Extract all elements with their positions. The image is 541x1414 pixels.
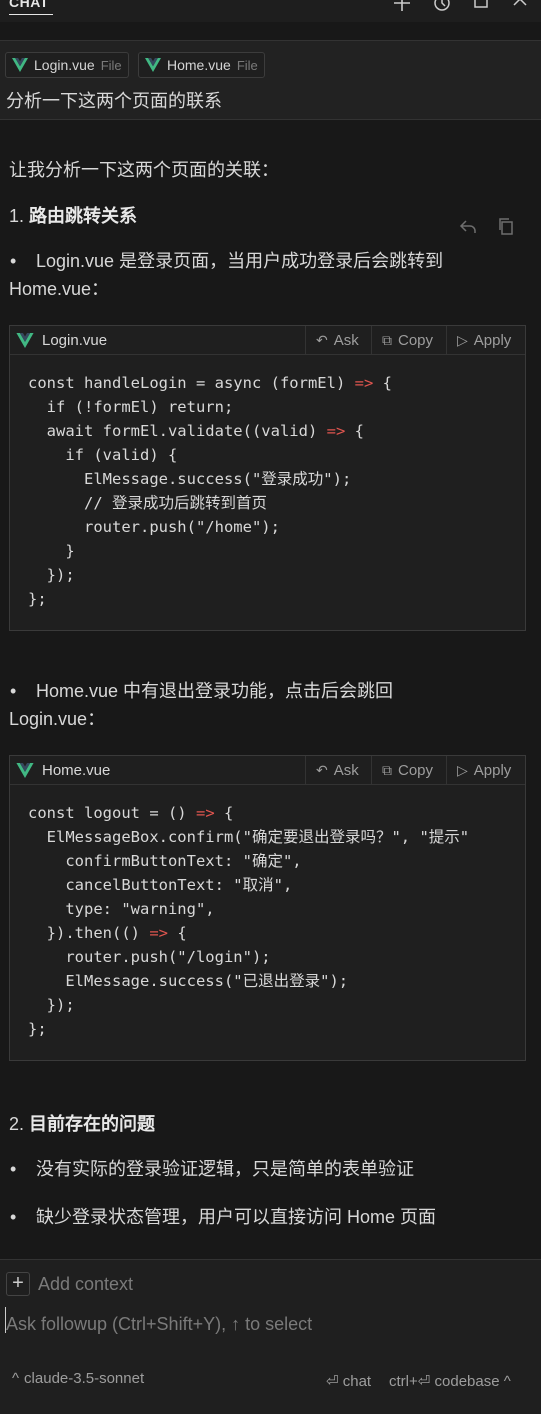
chip-file-name: Login.vue [34, 57, 95, 73]
play-icon: ▷ [457, 761, 468, 778]
response-intro: 让我分析一下这两个页面的关联： [9, 160, 279, 180]
apply-label: Apply [473, 761, 512, 779]
chat-submit-button[interactable]: ⏎ chat [326, 1372, 371, 1390]
input-footer: ^ claude-3.5-sonnet ⏎ chat ctrl+⏎ codebas… [0, 1370, 541, 1394]
active-tab-indicator [9, 14, 53, 15]
ask-label: Ask [333, 331, 359, 349]
bullet-dot: • [10, 681, 17, 701]
list-item-text-cont: Login.vue： [9, 709, 106, 729]
list-item: • 缺少登录状态管理，用户可以直接访问 Home 页面 [9, 1203, 436, 1231]
chat-header: CHAT [0, 0, 541, 22]
list-item-text: 缺少登录状态管理，用户可以直接访问 Home 页面 [36, 1207, 437, 1227]
section-number: 1. [9, 206, 25, 226]
close-icon[interactable] [510, 0, 530, 13]
chip-file-kind: File [100, 57, 122, 73]
bullet-dot: • [10, 1159, 17, 1179]
apply-button[interactable]: ▷ Apply [446, 756, 511, 784]
ask-button[interactable]: ↶ Ask [305, 326, 359, 354]
enter-icon: ⏎ [417, 1373, 431, 1390]
codebase-shortcut: ctrl+ [389, 1373, 418, 1390]
history-icon[interactable] [432, 0, 452, 13]
section-title: 目前存在的问题 [29, 1114, 156, 1134]
vue-file-icon [12, 58, 28, 72]
section-title: 路由跳转关系 [29, 206, 138, 226]
apply-label: Apply [473, 331, 512, 349]
user-message-text: 分析一下这两个页面的联系 [6, 91, 222, 111]
add-context-button[interactable]: + [6, 1272, 30, 1296]
enter-icon: ⏎ [326, 1373, 339, 1390]
list-item: • Login.vue 是登录页面，当用户成功登录后会跳转到 Home.vue： [9, 247, 443, 303]
copy-icon: ⧉ [382, 761, 392, 778]
codebase-label: codebase [434, 1373, 500, 1390]
code-block-header: Login.vue ↶ Ask ⧉ Copy ▷ Apply [10, 326, 525, 355]
vue-file-icon [145, 58, 161, 72]
vue-file-icon [16, 332, 34, 348]
reply-icon[interactable] [458, 216, 478, 241]
followup-input[interactable] [6, 1310, 526, 1338]
chat-tab-title[interactable]: CHAT [9, 0, 49, 10]
vue-file-icon [16, 762, 34, 778]
copy-button[interactable]: ⧉ Copy [371, 326, 433, 354]
list-item-text: Login.vue 是登录页面，当用户成功登录后会跳转到 [36, 251, 444, 271]
code-block-header: Home.vue ↶ Ask ⧉ Copy ▷ Apply [10, 756, 525, 785]
code-file-name[interactable]: Login.vue [42, 332, 107, 349]
copy-label: Copy [398, 331, 434, 349]
section-heading-1: 1. 路由跳转关系 [9, 202, 137, 228]
list-item-text-cont: Home.vue： [9, 279, 110, 299]
chip-file-name: Home.vue [167, 57, 231, 73]
plus-icon[interactable] [392, 0, 412, 13]
context-chip-home[interactable]: Home.vue File [138, 52, 265, 78]
copy-label: Copy [398, 761, 434, 779]
codebase-submit-button[interactable]: ctrl+⏎ codebase ^ [389, 1372, 511, 1390]
copy-message-icon[interactable] [496, 216, 516, 241]
chevron-up-icon: ^ [503, 1373, 511, 1390]
ask-icon: ↶ [316, 761, 328, 778]
code-file-name[interactable]: Home.vue [42, 762, 110, 779]
bullet-dot: • [10, 251, 17, 271]
section-heading-2: 2. 目前存在的问题 [9, 1110, 155, 1136]
model-selector[interactable]: ^ claude-3.5-sonnet [12, 1370, 144, 1387]
code-content[interactable]: const handleLogin = async (formEl) => { … [10, 355, 525, 611]
play-icon: ▷ [457, 331, 468, 348]
model-name: claude-3.5-sonnet [24, 1370, 145, 1387]
chevron-up-icon: ^ [12, 1370, 20, 1387]
chat-input-area: + Add context ^claude-3.5-sonnet ⏎ chat … [0, 1259, 541, 1414]
list-item-text: Home.vue 中有退出登录功能，点击后会跳回 [36, 681, 394, 701]
add-context-label[interactable]: Add context [38, 1274, 133, 1295]
ask-icon: ↶ [316, 331, 328, 348]
copy-icon: ⧉ [382, 331, 392, 348]
message-actions [458, 216, 518, 240]
code-block-home: Home.vue ↶ Ask ⧉ Copy ▷ Apply const logout … [9, 755, 526, 1061]
user-message[interactable]: Login.vue File Home.vue File 分析一下这两个页面的联… [0, 40, 541, 120]
apply-button[interactable]: ▷ Apply [446, 326, 511, 354]
maximize-icon[interactable] [471, 0, 491, 13]
ask-button[interactable]: ↶ Ask [305, 756, 359, 784]
context-chip-login[interactable]: Login.vue File [5, 52, 129, 78]
list-item: • Home.vue 中有退出登录功能，点击后会跳回 Login.vue： [9, 677, 393, 733]
ask-label: Ask [333, 761, 359, 779]
list-item-text: 没有实际的登录验证逻辑，只是简单的表单验证 [36, 1159, 414, 1179]
list-item: • 没有实际的登录验证逻辑，只是简单的表单验证 [9, 1155, 414, 1183]
section-number: 2. [9, 1114, 25, 1134]
code-content[interactable]: const logout = () => { ElMessageBox.conf… [10, 785, 525, 1041]
chip-file-kind: File [236, 57, 258, 73]
bullet-dot: • [10, 1207, 17, 1227]
chat-submit-label: chat [342, 1373, 372, 1390]
code-block-login: Login.vue ↶ Ask ⧉ Copy ▷ Apply const handle… [9, 325, 526, 631]
copy-button[interactable]: ⧉ Copy [371, 756, 433, 784]
